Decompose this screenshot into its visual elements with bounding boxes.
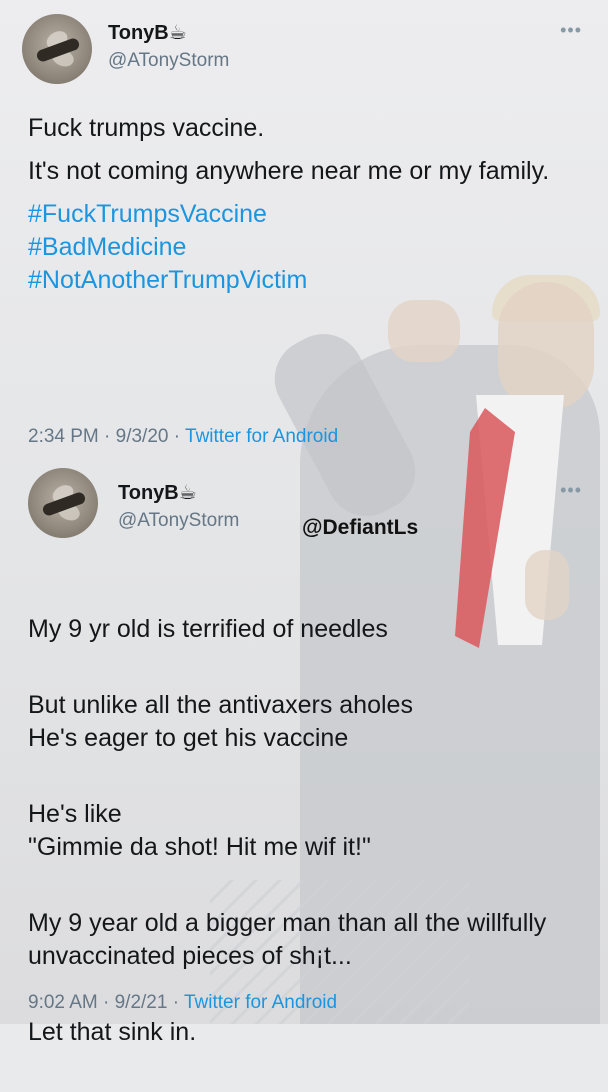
tweet-text: Fuck trumps vaccine. It's not coming any… — [28, 112, 568, 297]
avatar[interactable] — [28, 468, 98, 538]
tweet-paragraph: He's like "Gimmie da shot! Hit me wif it… — [28, 800, 371, 861]
timestamp[interactable]: 9:02 AM · 9/2/21 · — [28, 992, 184, 1013]
more-options-icon[interactable]: ••• — [560, 480, 582, 501]
tweet-paragraph: My 9 year old a bigger man than all the … — [28, 909, 547, 970]
display-name[interactable]: TonyB☕ — [108, 20, 187, 45]
tweet-paragraph: My 9 yr old is terrified of needles — [28, 615, 388, 643]
hashtag-link[interactable]: #BadMedicine — [28, 231, 568, 264]
tweet-paragraph: It's not coming anywhere near me or my f… — [28, 157, 550, 185]
tweet-1: TonyB☕ @ATonyStorm ••• Fuck trumps vacci… — [0, 0, 608, 460]
hashtag-link[interactable]: #FuckTrumpsVaccine — [28, 198, 568, 231]
user-handle[interactable]: @ATonyStorm — [118, 510, 239, 532]
tweet-2: TonyB☕ @ATonyStorm ••• My 9 yr old is te… — [0, 460, 608, 1046]
watermark: @DefiantLs — [302, 516, 419, 539]
avatar[interactable] — [22, 14, 92, 84]
tweet-paragraph: Fuck trumps vaccine. — [28, 114, 265, 142]
timestamp[interactable]: 2:34 PM · 9/3/20 · — [28, 426, 185, 447]
hashtag-link[interactable]: #NotAnotherTrumpVictim — [28, 264, 568, 297]
tweet-paragraph: But unlike all the antivaxers aholes He'… — [28, 691, 413, 752]
tweet-text: My 9 yr old is terrified of needles But … — [28, 580, 588, 1092]
source-link[interactable]: Twitter for Android — [184, 992, 337, 1013]
user-handle[interactable]: @ATonyStorm — [108, 50, 229, 72]
tweet-metadata: 2:34 PM · 9/3/20 · Twitter for Android — [28, 426, 338, 448]
tweet-paragraph: Let that sink in. — [28, 1018, 197, 1046]
display-name[interactable]: TonyB☕ — [118, 480, 197, 505]
source-link[interactable]: Twitter for Android — [185, 426, 338, 447]
more-options-icon[interactable]: ••• — [560, 20, 582, 41]
tweet-metadata: 9:02 AM · 9/2/21 · Twitter for Android — [28, 992, 337, 1014]
